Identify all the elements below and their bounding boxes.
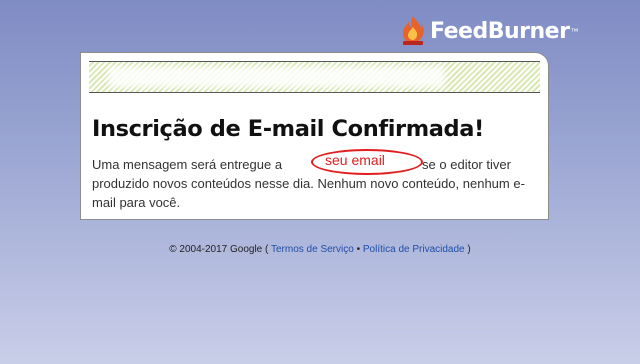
header-stripe bbox=[89, 61, 540, 93]
trademark: ™ bbox=[570, 26, 579, 36]
copyright: © 2004-2017 Google bbox=[169, 244, 263, 255]
brand-name: FeedBurner bbox=[430, 18, 570, 44]
feedburner-logo[interactable]: FeedBurner ™ bbox=[400, 14, 578, 48]
flame-icon bbox=[403, 16, 424, 45]
message-before: Uma mensagem será entregue a bbox=[92, 157, 283, 172]
page-title: Inscrição de E-mail Confirmada! bbox=[92, 116, 484, 142]
privacy-link[interactable]: Política de Privacidade bbox=[363, 244, 465, 255]
blurred-feed-title bbox=[109, 67, 444, 87]
footer: © 2004-2017 Google ( Termos de Serviço •… bbox=[0, 244, 640, 255]
confirmation-card: Inscrição de E-mail Confirmada! Uma mens… bbox=[80, 52, 549, 220]
footer-open-paren: ( bbox=[265, 244, 269, 255]
terms-link[interactable]: Termos de Serviço bbox=[271, 244, 354, 255]
email-highlight-circle: seu email bbox=[311, 149, 423, 175]
footer-separator: • bbox=[356, 244, 361, 255]
footer-close-paren: ) bbox=[467, 244, 471, 255]
email-highlight-label: seu email bbox=[325, 152, 385, 168]
